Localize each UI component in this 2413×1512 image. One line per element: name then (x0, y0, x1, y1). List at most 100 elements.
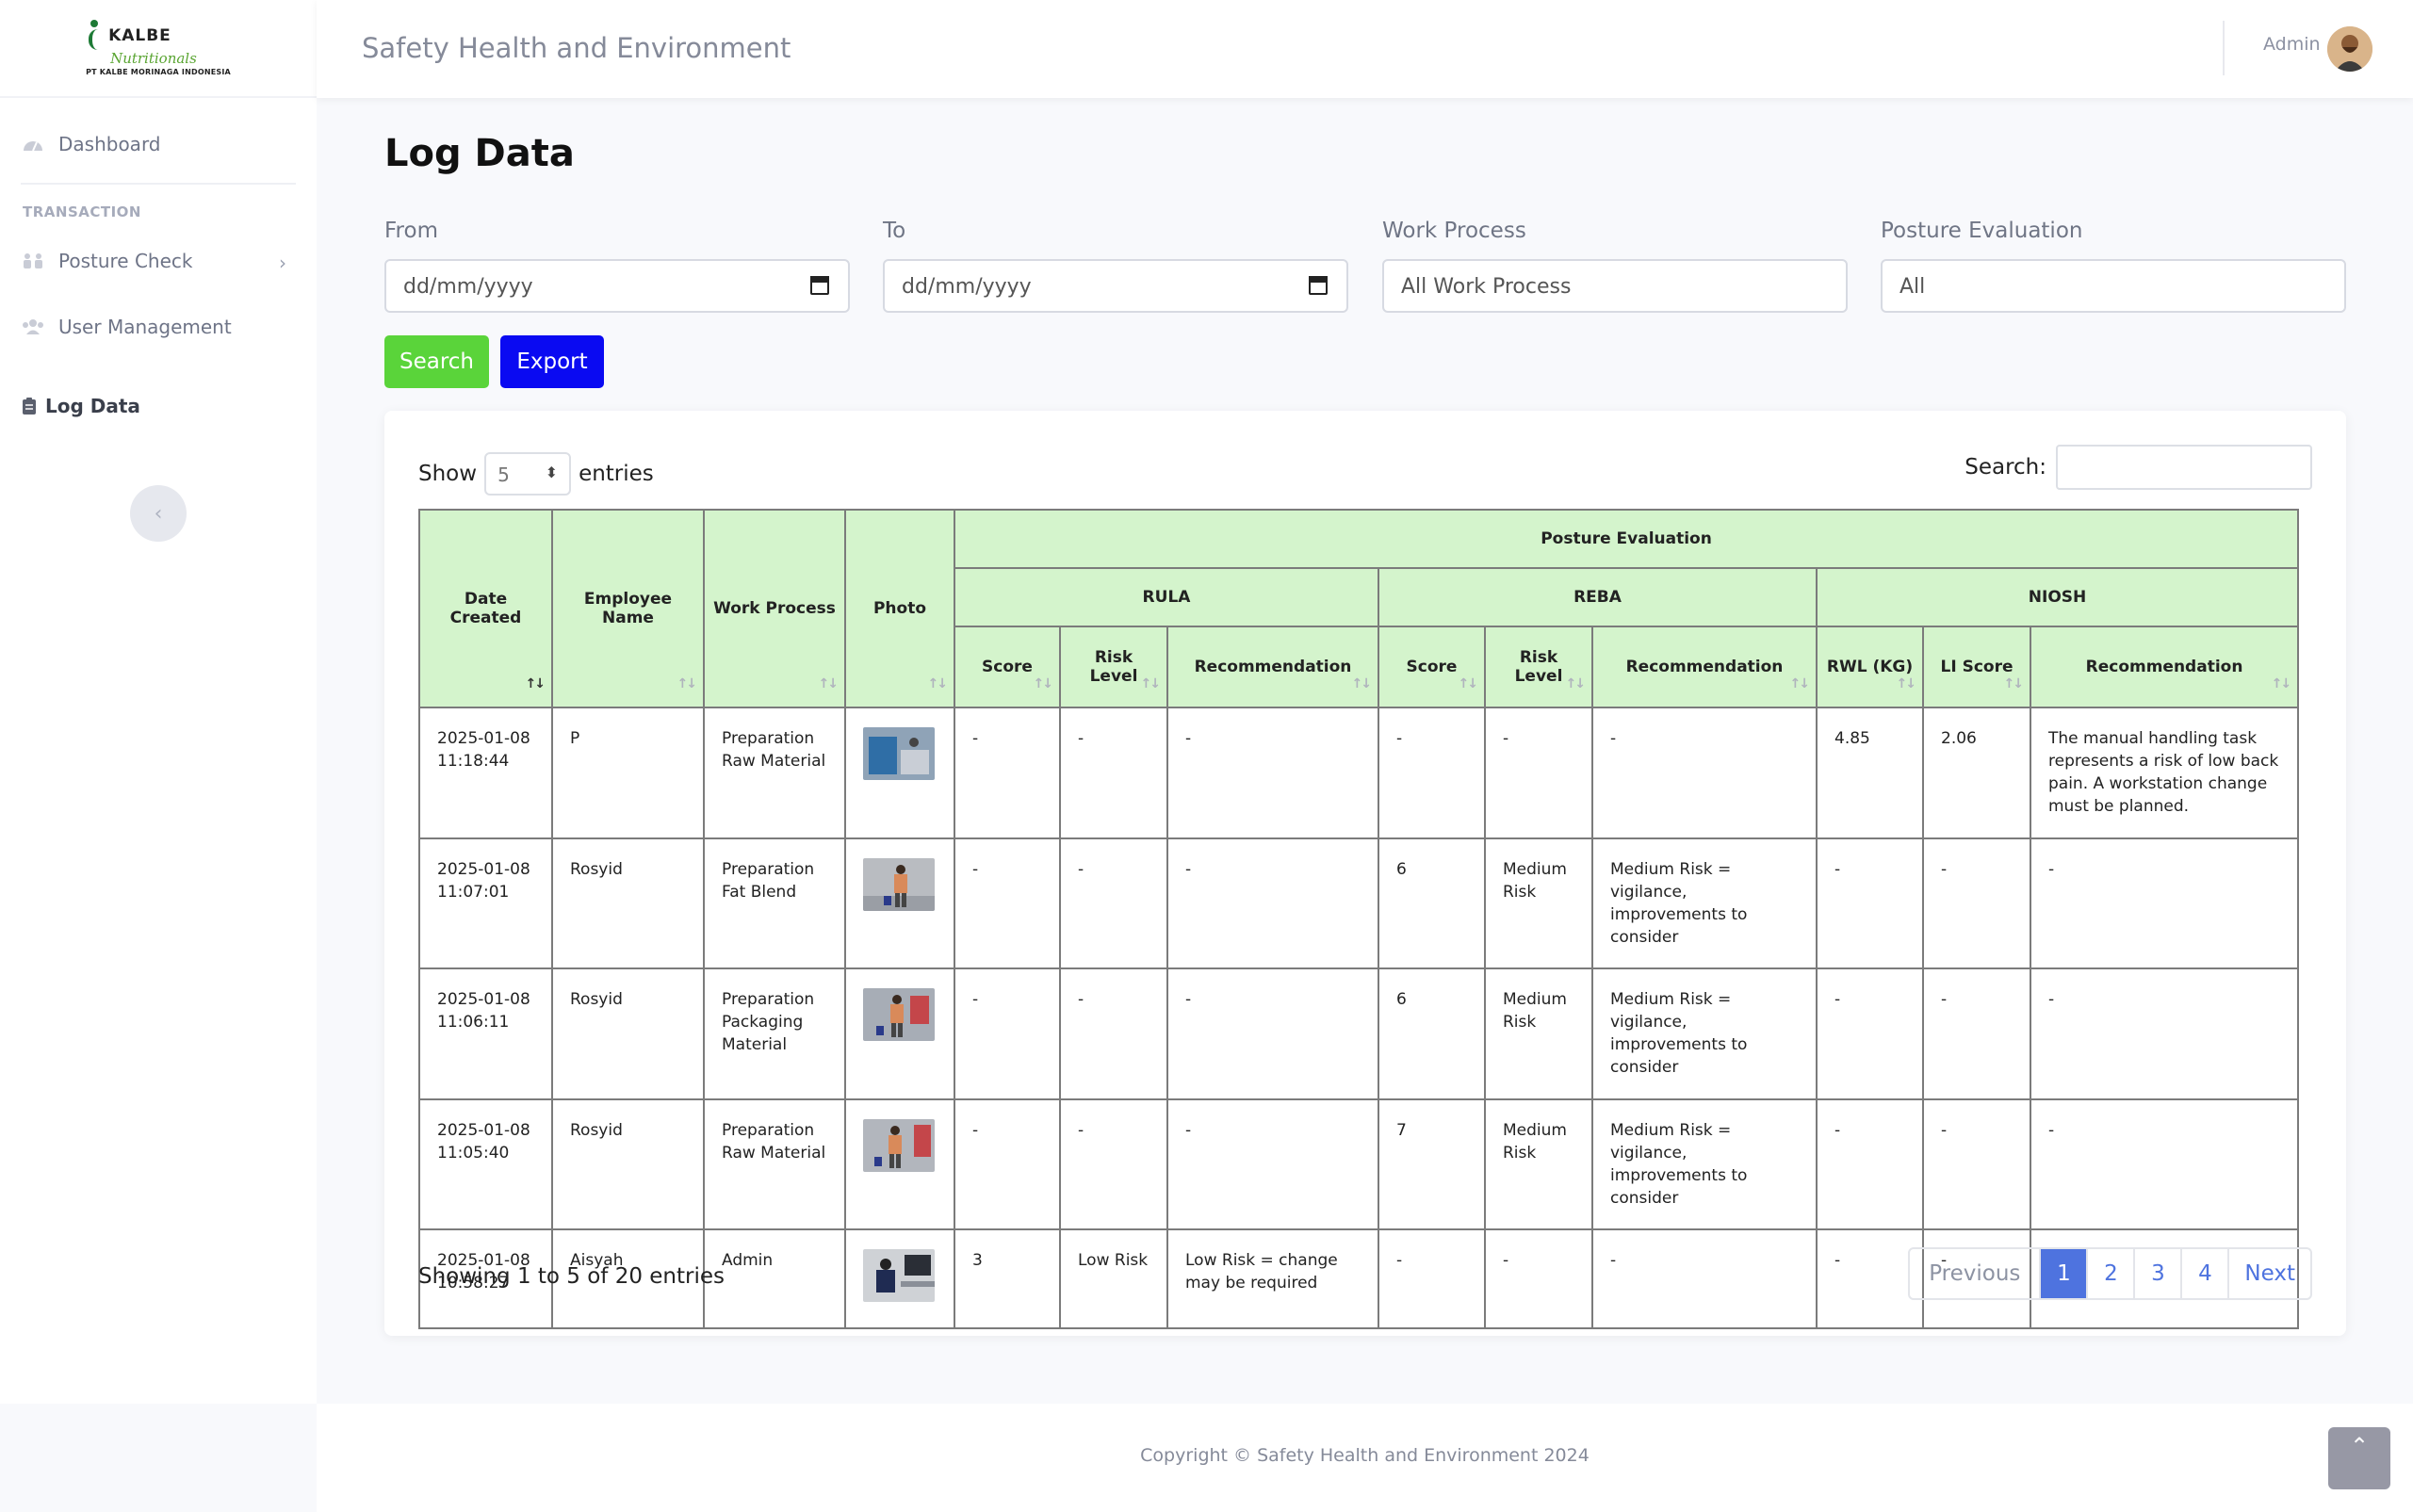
sidebar-item-label: Log Data (45, 395, 140, 417)
header-label: RWL (KG) (1826, 658, 1914, 676)
page-1-button[interactable]: 1 (2039, 1249, 2087, 1298)
scroll-to-top-button[interactable]: ⌃ (2328, 1427, 2390, 1489)
cell-niosh-rec: - (2029, 967, 2300, 1100)
cell-reba-score: 7 (1378, 1097, 1486, 1230)
cell-reba-risk: - (1484, 1227, 1593, 1330)
entries-label: entries (579, 462, 654, 486)
col-rula-score[interactable]: Score ↑↓ (954, 626, 1061, 708)
photo-thumbnail[interactable] (863, 1249, 935, 1302)
photo-thumbnail[interactable] (863, 988, 935, 1041)
sort-icon: ↑↓ (1140, 676, 1162, 691)
sort-icon: ↑↓ (1565, 676, 1587, 691)
table-info: Showing 1 to 5 of 20 entries (418, 1264, 726, 1289)
export-button[interactable]: Export (500, 335, 604, 388)
table-search-input[interactable] (2056, 445, 2312, 490)
cell-process: Preparation Raw Material (703, 707, 846, 839)
cell-process: Preparation Raw Material (703, 1097, 846, 1230)
people-icon (21, 251, 45, 271)
from-date-input[interactable]: dd/mm/yyyy (384, 259, 850, 313)
col-reba-recommendation[interactable]: Recommendation ↑↓ (1591, 626, 1818, 708)
cell-niosh-rec: - (2029, 837, 2300, 969)
page-3-button[interactable]: 3 (2133, 1249, 2180, 1298)
page-2-button[interactable]: 2 (2086, 1249, 2133, 1298)
sort-icon: ↑↓ (1458, 676, 1479, 691)
col-rula-recommendation[interactable]: Recommendation ↑↓ (1166, 626, 1379, 708)
cell-employee: Rosyid (551, 967, 705, 1100)
cell-reba-score: 6 (1378, 837, 1486, 969)
sidebar-item-label: User Management (58, 316, 232, 338)
sort-icon: ↑↓ (2003, 676, 2025, 691)
col-reba-score[interactable]: Score ↑↓ (1378, 626, 1486, 708)
copyright-text: Copyright © Safety Health and Environmen… (1140, 1445, 1590, 1466)
group-rula: RULA (954, 567, 1379, 627)
table-row[interactable]: 2025-01-08 11:07:01 Rosyid Preparation F… (418, 837, 2300, 969)
cell-rwl: - (1816, 1097, 1924, 1230)
cell-rula-rec: - (1166, 837, 1379, 969)
entries-select[interactable]: 5 (484, 452, 572, 496)
sort-icon: ↑↓ (1896, 676, 1917, 691)
group-posture-evaluation: Posture Evaluation (953, 509, 2300, 569)
table-row[interactable]: 2025-01-08 11:06:11 Rosyid Preparation P… (418, 967, 2300, 1100)
user-name[interactable]: Admin (2263, 34, 2321, 55)
next-page-button[interactable]: Next (2227, 1249, 2310, 1298)
entries-length: Show 5 entries (418, 452, 654, 496)
sidebar-toggle-button[interactable]: ‹ (130, 485, 187, 542)
sidebar-item-user-management[interactable]: User Management (0, 294, 317, 360)
to-date-input[interactable]: dd/mm/yyyy (883, 259, 1348, 313)
header-label: Recommendation (1194, 658, 1352, 676)
sidebar-item-label: Posture Check (58, 250, 193, 272)
col-rula-risk-level[interactable]: Risk Level ↑↓ (1059, 626, 1168, 708)
sort-icon: ↑↓ (1789, 676, 1811, 691)
cell-rwl: 4.85 (1816, 707, 1924, 839)
avatar[interactable] (2327, 26, 2372, 72)
photo-thumbnail[interactable] (863, 1118, 935, 1172)
posture-evaluation-select[interactable]: All (1881, 259, 2346, 313)
search-button[interactable]: Search (384, 335, 489, 388)
cell-date: 2025-01-08 11:07:01 (418, 837, 553, 969)
cell-rula-score: - (954, 967, 1061, 1100)
sidebar-item-posture-check[interactable]: Posture Check › (0, 228, 317, 294)
clipboard-icon (21, 396, 38, 416)
cell-rula-score: - (954, 1097, 1061, 1230)
col-date-created[interactable]: Date Created ↑↓ (418, 509, 553, 708)
table-row[interactable]: 2025-01-08 11:05:40 Rosyid Preparation R… (418, 1097, 2300, 1230)
table-row[interactable]: 2025-01-08 11:18:44 P Preparation Raw Ma… (418, 707, 2300, 839)
cell-photo (844, 1097, 955, 1230)
calendar-icon[interactable] (1309, 276, 1328, 295)
col-reba-risk-level[interactable]: Risk Level ↑↓ (1484, 626, 1593, 708)
photo-thumbnail[interactable] (863, 727, 935, 780)
col-niosh-rwl[interactable]: RWL (KG) ↑↓ (1816, 626, 1924, 708)
col-work-process[interactable]: Work Process ↑↓ (703, 509, 846, 708)
col-employee-name[interactable]: Employee Name ↑↓ (551, 509, 705, 708)
header-label: Date Created (449, 590, 522, 627)
cell-li: 2.06 (1922, 707, 2031, 839)
sidebar-item-log-data[interactable]: Log Data (0, 373, 317, 439)
previous-page-button[interactable]: Previous (1910, 1249, 2039, 1298)
col-niosh-li-score[interactable]: LI Score ↑↓ (1922, 626, 2031, 708)
calendar-icon[interactable] (810, 276, 829, 295)
page-title: Log Data (384, 132, 575, 175)
header-label: Recommendation (1625, 658, 1784, 676)
cell-li: - (1922, 967, 2031, 1100)
cell-process: Admin (703, 1227, 846, 1330)
from-label: From (384, 219, 438, 243)
cell-rula-risk: - (1059, 967, 1168, 1100)
cell-rula-rec: - (1166, 1097, 1379, 1230)
to-label: To (883, 219, 906, 243)
sort-icon: ↑↓ (818, 676, 840, 691)
photo-thumbnail[interactable] (863, 857, 935, 911)
to-date-placeholder: dd/mm/yyyy (902, 275, 1032, 299)
group-reba: REBA (1378, 567, 1818, 627)
col-niosh-recommendation[interactable]: Recommendation ↑↓ (2029, 626, 2300, 708)
footer: Copyright © Safety Health and Environmen… (317, 1404, 2413, 1512)
col-photo[interactable]: Photo ↑↓ (844, 509, 955, 708)
cell-reba-score: - (1378, 1227, 1486, 1330)
sidebar-item-dashboard[interactable]: Dashboard (0, 111, 317, 177)
logo-name: KALBE (108, 25, 171, 45)
chevron-right-icon: › (279, 252, 286, 274)
cell-rula-score: - (954, 837, 1061, 969)
page-4-button[interactable]: 4 (2180, 1249, 2227, 1298)
cell-li: - (1922, 837, 2031, 969)
brand[interactable]: KALBE Nutritionals PT KALBE MORINAGA IND… (0, 0, 317, 98)
work-process-select[interactable]: All Work Process (1382, 259, 1848, 313)
